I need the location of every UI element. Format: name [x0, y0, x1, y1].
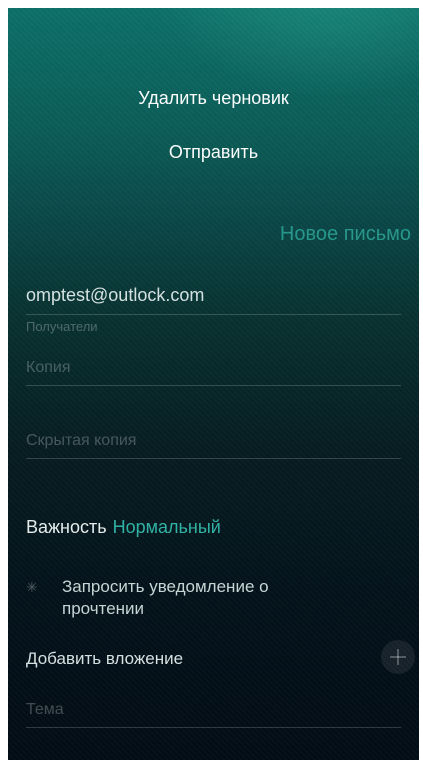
- cc-underline: [26, 385, 401, 386]
- from-underline: [26, 314, 401, 315]
- bcc-field[interactable]: Скрытая копия: [26, 432, 401, 459]
- priority-value: Нормальный: [112, 517, 221, 537]
- add-attachment-button[interactable]: [381, 640, 415, 674]
- recipients-label: Получатели: [26, 319, 98, 334]
- cc-field[interactable]: Копия: [26, 359, 401, 386]
- bcc-underline: [26, 458, 401, 459]
- attach-label[interactable]: Добавить вложение: [26, 649, 183, 669]
- priority-label: Важность: [26, 517, 107, 537]
- compose-screen: Удалить черновик Отправить Новое письмо …: [8, 8, 419, 760]
- subject-underline: [26, 727, 401, 728]
- priority-selector[interactable]: Важность Нормальный: [26, 517, 221, 538]
- from-field[interactable]: omptest@outlock.com: [26, 285, 401, 315]
- subject-field[interactable]: Тема: [26, 701, 401, 728]
- delete-draft-menu-item[interactable]: Удалить черновик: [8, 88, 419, 109]
- subject-placeholder: Тема: [26, 701, 64, 718]
- from-value: omptest@outlock.com: [26, 285, 205, 305]
- bcc-placeholder: Скрытая копия: [26, 432, 137, 449]
- page-title: Новое письмо: [279, 223, 411, 245]
- send-menu-item[interactable]: Отправить: [8, 142, 419, 163]
- read-receipt-label: Запросить уведомление о прочтении: [62, 577, 269, 618]
- cc-placeholder: Копия: [26, 359, 71, 376]
- plus-icon: [390, 649, 406, 665]
- star-icon: ✳: [26, 579, 38, 595]
